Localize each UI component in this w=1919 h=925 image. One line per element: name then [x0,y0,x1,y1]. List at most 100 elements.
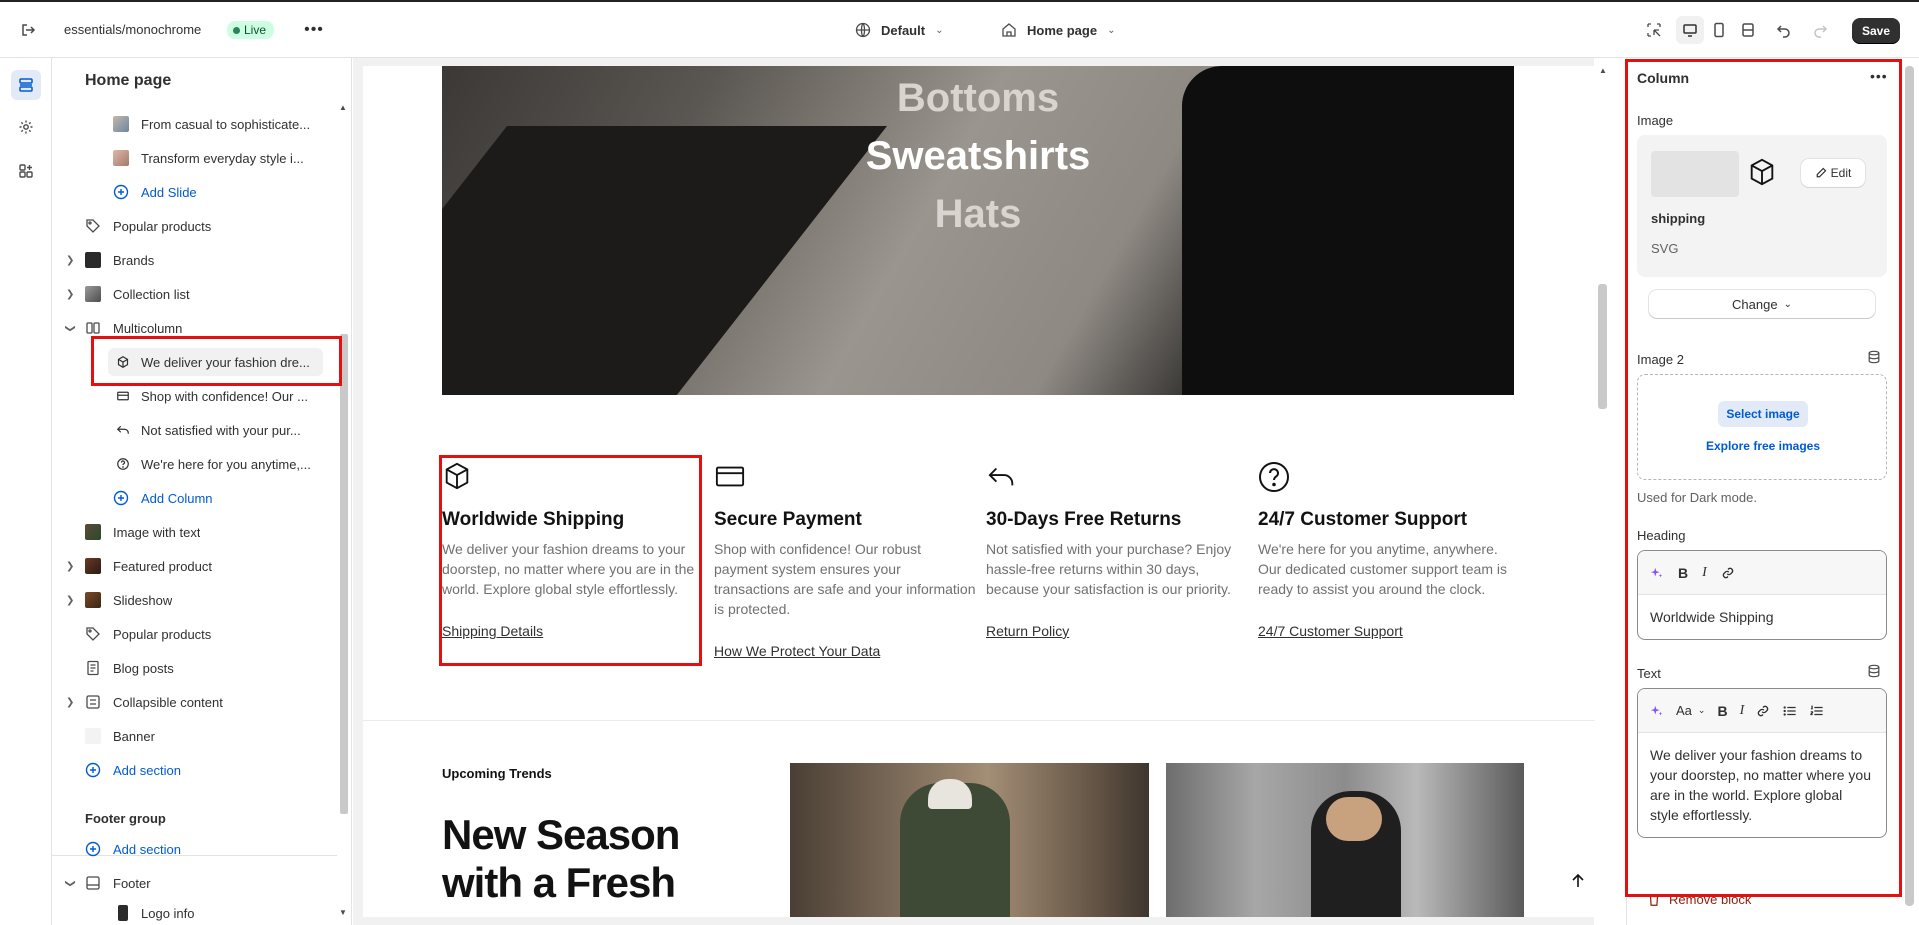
brands-thumbnail [85,252,101,268]
mobile-view-icon[interactable] [1705,16,1733,44]
footer-add-section-button[interactable]: Add section [52,833,337,865]
hero-word: Hats [934,192,1022,236]
theme-selector[interactable]: Default ⌄ [855,22,943,38]
undo-icon[interactable] [1770,16,1798,44]
tree-item-popular-products-2[interactable]: Popular products [52,618,337,650]
scroll-up-icon[interactable]: ▲ [1599,66,1607,75]
scroll-to-top-icon[interactable] [1563,866,1593,896]
plus-circle-icon [113,490,129,506]
sections-icon[interactable] [11,70,41,100]
column-text: Not satisfied with your purchase? Enjoy … [986,541,1232,597]
tree-item-brands[interactable]: ❯ Brands [52,244,337,276]
tree-item-column-support[interactable]: We're here for you anytime,... [52,448,337,480]
tree-item-label: Slideshow [113,592,173,608]
tree-item-slide-2[interactable]: Transform everyday style i... [52,142,337,174]
column-heading: 24/7 Customer Support [1258,509,1468,530]
redo-icon[interactable] [1806,16,1834,44]
inspector-scroll-thumb[interactable] [1905,66,1914,906]
return-arrow-icon [115,422,131,438]
page-selector[interactable]: Home page ⌄ [1001,22,1115,38]
globe-icon [855,22,871,38]
tree-item-label: Logo info [141,905,195,921]
chevron-down-icon[interactable]: ❯ [65,879,76,887]
tree-item-label: Add section [113,762,181,778]
fullscreen-view-icon[interactable] [1734,16,1762,44]
season-heading-line: with a Fresh [442,859,676,906]
inspector-scrollbar[interactable] [1905,66,1914,916]
save-button[interactable]: Save [1852,18,1901,44]
preview-scroll-thumb[interactable] [1598,284,1607,409]
collapsible-icon [85,694,101,710]
plus-circle-icon [113,184,129,200]
hero-word: Bottoms [896,76,1060,120]
scroll-up-icon[interactable]: ▲ [339,103,347,112]
tree-item-collapsible-content[interactable]: ❯ Collapsible content [52,686,337,718]
highlight-box-inspector [1625,59,1902,897]
live-badge-label: Live [244,23,267,37]
upcoming-trends-label: Upcoming Trends [442,766,552,781]
tree-item-label: Footer [113,875,151,891]
tree-item-slide-1[interactable]: From casual to sophisticate... [52,108,337,140]
theme-selector-label: Default [881,22,926,38]
banner-thumbnail [85,728,101,744]
inspector-toggle-icon[interactable] [1640,16,1668,44]
sidebar-scrollbar[interactable]: ▲ ▼ [338,103,348,917]
tree-item-label: Add section [113,841,181,857]
live-dot-icon [233,26,240,34]
scroll-down-icon[interactable]: ▼ [339,908,347,917]
tree-item-label: Popular products [113,218,212,234]
exit-icon[interactable] [14,16,42,44]
slide-thumbnail [113,116,129,132]
tree-item-label: Blog posts [113,660,174,676]
preview-scrollbar[interactable]: ▲ [1593,58,1611,925]
tree-item-label: Banner [113,728,155,744]
chevron-right-icon[interactable]: ❯ [66,561,74,572]
chevron-right-icon[interactable]: ❯ [66,697,74,708]
tree-item-banner[interactable]: Banner [52,720,337,752]
chevron-right-icon[interactable]: ❯ [66,255,74,266]
tree-item-image-with-text[interactable]: Image with text [52,516,337,548]
trend-photo-2 [1166,763,1524,917]
tree-item-label: Multicolumn [113,320,183,336]
sidebar-scroll-thumb[interactable] [340,334,348,814]
tree-item-label: We're here for you anytime,... [141,456,311,472]
tree-item-blog-posts[interactable]: Blog posts [52,652,337,684]
live-badge: Live [227,21,275,39]
desktop-view-icon[interactable] [1676,16,1704,44]
column-heading: Secure Payment [714,509,862,530]
question-icon [1258,461,1290,493]
chevron-right-icon[interactable]: ❯ [66,289,74,300]
plus-circle-icon [85,841,101,857]
tree-item-column-returns[interactable]: Not satisfied with your pur... [52,414,337,446]
add-slide-button[interactable]: Add Slide [52,176,337,208]
tag-icon [85,218,101,234]
plus-circle-icon [85,762,101,778]
apps-icon[interactable] [11,156,41,186]
tree-item-featured-product[interactable]: ❯ Featured product [52,550,337,582]
highlight-box-column [439,455,702,666]
column-link[interactable]: How We Protect Your Data [714,643,880,659]
tree-item-logo-info[interactable]: Logo info [52,901,337,925]
section-tree-sidebar: Home page From casual to sophisticate...… [52,58,352,925]
tree-item-footer[interactable]: ❯ Footer [52,867,337,899]
tree-item-collection-list[interactable]: ❯ Collection list [52,278,337,310]
chevron-down-icon: ⌄ [1107,24,1116,36]
tree-item-popular-products[interactable]: Popular products [52,210,337,242]
section-divider [363,720,1595,721]
tree-item-label: Featured product [113,558,213,574]
chevron-down-icon[interactable]: ❯ [65,324,76,332]
column-text: Shop with confidence! Our robust payment… [714,541,976,617]
more-options-icon[interactable]: ••• [300,16,328,44]
chevron-right-icon[interactable]: ❯ [66,595,74,606]
credit-card-icon [115,388,131,404]
add-section-button[interactable]: Add section [52,754,337,786]
left-rail [0,58,52,925]
column-link[interactable]: Return Policy [986,623,1069,639]
column-link[interactable]: 24/7 Customer Support [1258,623,1403,639]
settings-gear-icon[interactable] [11,112,41,142]
tree-item-slideshow[interactable]: ❯ Slideshow [52,584,337,616]
store-path: essentials/monochrome [64,22,202,37]
slide-thumbnail [113,150,129,166]
add-column-button[interactable]: Add Column [52,482,337,514]
season-heading-line: New Season [442,811,680,858]
